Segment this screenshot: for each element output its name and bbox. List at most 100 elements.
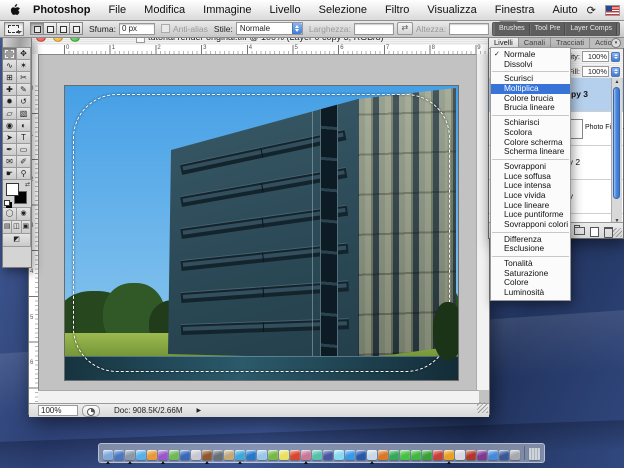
scroll-up-icon[interactable]: ▲ <box>612 79 622 85</box>
dock-icon[interactable] <box>301 450 311 460</box>
dock-icon[interactable] <box>389 450 399 460</box>
dock-icon[interactable] <box>356 450 366 460</box>
palette-resize-grip[interactable] <box>613 228 622 237</box>
clone-stamp-tool[interactable]: ✹ <box>3 96 17 108</box>
well-tab-layer-comps[interactable]: Layer Comps <box>566 23 617 35</box>
canvas-image[interactable] <box>64 85 459 381</box>
fill-value[interactable]: 100% <box>582 66 609 77</box>
menu-visualizza[interactable]: Visualizza <box>418 1 485 20</box>
dock-icon[interactable] <box>378 450 388 460</box>
style-select[interactable]: Normale <box>236 22 303 35</box>
well-tab-tool-presets[interactable]: Tool Pre <box>531 23 566 35</box>
horizontal-ruler[interactable]: 0123456789 <box>38 45 491 55</box>
dock-trash-icon[interactable] <box>529 448 540 460</box>
status-pie-button[interactable] <box>82 405 100 417</box>
menu-aiuto[interactable]: Aiuto <box>543 1 586 20</box>
swap-dimensions-button[interactable]: ⇄ <box>397 22 413 35</box>
dock-icon[interactable] <box>147 450 157 460</box>
notes-tool[interactable]: ✉ <box>3 156 17 168</box>
toolbox-header[interactable] <box>3 37 31 48</box>
horizontal-scrollbar[interactable] <box>38 390 479 404</box>
eyedropper-tool[interactable]: ✐ <box>17 156 31 168</box>
dock-icon[interactable] <box>422 450 432 460</box>
dock-icon[interactable] <box>246 450 256 460</box>
feather-input[interactable]: 0 px <box>119 23 155 35</box>
apple-menu-icon[interactable] <box>10 4 21 17</box>
dock-icon[interactable] <box>466 450 476 460</box>
magic-wand-tool[interactable]: ✶ <box>17 60 31 72</box>
rectangular-marquee-tool[interactable] <box>3 48 17 60</box>
eraser-tool[interactable]: ▱ <box>3 108 17 120</box>
dock-icon[interactable] <box>191 450 201 460</box>
dock-icon[interactable] <box>125 450 135 460</box>
input-language-flag-icon[interactable] <box>605 5 620 16</box>
layers-scrollbar[interactable]: ▲ ▼ <box>611 78 622 225</box>
foreground-color-swatch[interactable] <box>6 183 19 196</box>
opacity-value[interactable]: 100% <box>582 51 609 62</box>
dock-icon[interactable] <box>114 450 124 460</box>
dock-icon[interactable] <box>257 450 267 460</box>
dodge-tool[interactable]: ◐ <box>17 120 31 132</box>
dock-icon[interactable] <box>158 450 168 460</box>
status-popup-arrow-icon[interactable]: ▶ <box>196 407 201 414</box>
antialias-checkbox[interactable] <box>161 24 170 33</box>
dock-icon[interactable] <box>510 450 520 460</box>
dock-icon[interactable] <box>136 450 146 460</box>
well-tab-brushes[interactable]: Brushes <box>495 23 530 35</box>
move-tool[interactable]: ✥ <box>17 48 31 60</box>
blend-mode-luminosit[interactable]: Luminosità <box>491 288 570 298</box>
dock-icon[interactable] <box>323 450 333 460</box>
type-tool[interactable]: T <box>17 132 31 144</box>
blend-mode-saturazione[interactable]: Saturazione <box>491 269 570 279</box>
dock-icon[interactable] <box>202 450 212 460</box>
sync-icon[interactable]: ⟳ <box>587 4 596 17</box>
fullscreen-button[interactable]: ▣ <box>22 221 31 233</box>
dock-icon[interactable] <box>345 450 355 460</box>
menu-filtro[interactable]: Filtro <box>376 1 418 20</box>
intersect-selection-button[interactable] <box>70 22 83 35</box>
dock-icon[interactable] <box>235 450 245 460</box>
dock-icon[interactable] <box>444 450 454 460</box>
brush-tool[interactable]: ✎ <box>17 84 31 96</box>
menu-finestra[interactable]: Finestra <box>486 1 544 20</box>
new-layer-icon[interactable] <box>590 227 599 237</box>
scrollbar-thumb[interactable] <box>613 87 620 199</box>
menu-modifica[interactable]: Modifica <box>135 1 194 20</box>
blend-mode-sovrapponi-colori[interactable]: Sovrapponi colori <box>491 220 570 230</box>
current-tool-preview[interactable] <box>4 22 24 36</box>
slice-tool[interactable]: ✂ <box>17 72 31 84</box>
window-resize-grip[interactable] <box>477 402 488 413</box>
default-colors-icon[interactable] <box>4 200 10 206</box>
shape-tool[interactable]: ▭ <box>17 144 31 156</box>
quickmask-mode-button[interactable]: ◉ <box>17 208 31 220</box>
dock-icon[interactable] <box>411 450 421 460</box>
blend-mode-brucia-lineare[interactable]: Brucia lineare <box>491 103 570 113</box>
pen-tool[interactable]: ✒ <box>3 144 17 156</box>
dock-icon[interactable] <box>103 450 113 460</box>
new-group-icon[interactable] <box>574 227 585 235</box>
fill-stepper[interactable] <box>611 67 620 77</box>
dock-icon[interactable] <box>224 450 234 460</box>
healing-brush-tool[interactable]: ✚ <box>3 84 17 96</box>
history-brush-tool[interactable]: ↺ <box>17 96 31 108</box>
swap-colors-icon[interactable]: ⇄ <box>25 181 30 188</box>
height-input[interactable] <box>449 23 489 35</box>
standard-screen-button[interactable]: ▤ <box>3 221 12 233</box>
dock-icon[interactable] <box>334 450 344 460</box>
menu-file[interactable]: File <box>99 1 135 20</box>
imageready-button[interactable]: ◩ <box>3 234 31 246</box>
gradient-tool[interactable]: ▧ <box>17 108 31 120</box>
style-select-stepper[interactable] <box>292 23 302 34</box>
dock-icon[interactable] <box>268 450 278 460</box>
new-selection-button[interactable] <box>30 22 44 35</box>
path-selection-tool[interactable]: ➤ <box>3 132 17 144</box>
dock-icon[interactable] <box>312 450 322 460</box>
standard-mode-button[interactable]: ◯ <box>3 208 17 220</box>
doc-size-info[interactable]: Doc: 908.5K/2.66M ▶ <box>114 406 201 415</box>
lasso-tool[interactable]: ∿ <box>3 60 17 72</box>
dock-icon[interactable] <box>180 450 190 460</box>
opacity-stepper[interactable] <box>611 52 620 62</box>
blend-mode-scherma-lineare[interactable]: Scherma lineare <box>491 147 570 157</box>
add-selection-button[interactable] <box>44 22 57 35</box>
menu-photoshop[interactable]: Photoshop <box>31 1 99 20</box>
